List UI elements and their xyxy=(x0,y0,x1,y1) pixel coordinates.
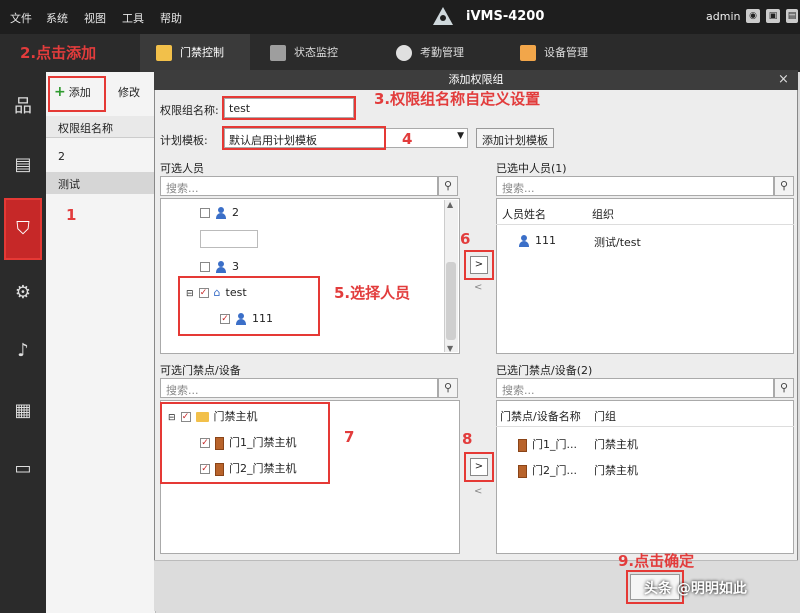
door-icon xyxy=(518,438,527,452)
annotation-5: 5.选择人员 xyxy=(334,284,411,302)
microphone-icon[interactable]: ♪ xyxy=(8,336,38,366)
menu-help[interactable]: 帮助 xyxy=(160,10,182,26)
annotation-3: 3.权限组名称自定义设置 xyxy=(374,90,541,108)
watermark: 头条 @明明如此 xyxy=(644,581,747,597)
close-icon[interactable]: × xyxy=(778,72,789,87)
selected-person-row[interactable]: 111 xyxy=(518,234,561,247)
gear-icon[interactable]: ⚙ xyxy=(8,278,38,308)
group-name-label: 权限组名称: xyxy=(160,104,219,117)
selected-door-row[interactable]: 门1_门... xyxy=(518,436,582,452)
selected-doors-label: 已选门禁点/设备(2) xyxy=(496,364,593,377)
tree-item-person[interactable]: 2 xyxy=(200,206,244,219)
globe-icon[interactable]: ◉ xyxy=(746,9,760,23)
device-icon xyxy=(520,45,536,61)
annotation-box-schedule xyxy=(222,126,386,150)
divider xyxy=(496,224,794,225)
group-row[interactable]: 测试 xyxy=(46,172,156,194)
tab-attendance[interactable]: 考勤管理 xyxy=(396,34,506,72)
chevron-down-icon: ▼ xyxy=(457,131,464,141)
tab-access-control[interactable]: 门禁控制 xyxy=(140,34,250,72)
scrollbar-thumb[interactable] xyxy=(446,262,456,340)
app-title: iVMS-4200 xyxy=(466,9,545,24)
blank-row xyxy=(200,230,258,248)
menu-view[interactable]: 视图 xyxy=(84,10,106,26)
annotation-box-add xyxy=(48,76,106,112)
annotation-box-move-door xyxy=(464,452,494,482)
annotation-box-doors xyxy=(160,402,330,484)
annotation-box-persons xyxy=(178,276,320,336)
person-card-icon[interactable]: ▤ xyxy=(8,150,38,180)
selected-person-org: 测试/test xyxy=(594,236,641,249)
door-icon xyxy=(156,45,172,61)
group-column-header: 权限组名称 xyxy=(46,116,156,138)
person-icon xyxy=(215,207,227,219)
scroll-up-icon[interactable]: ▲ xyxy=(447,200,453,209)
column-door-name: 门禁点/设备名称 xyxy=(500,410,581,423)
annotation-2: 2.点击添加 xyxy=(20,44,97,62)
person-search-input[interactable]: 搜索... xyxy=(160,176,438,196)
screen-icon[interactable]: ▣ xyxy=(766,9,780,23)
annotation-7: 7 xyxy=(344,428,355,446)
schedule-label: 计划模板: xyxy=(160,134,208,147)
menu-bar: 文件 系统 视图 工具 帮助 xyxy=(0,0,800,34)
column-person-name: 人员姓名 xyxy=(502,208,546,221)
report-icon[interactable]: ▦ xyxy=(8,396,38,426)
app-menu-icon[interactable]: ▤ xyxy=(786,9,798,23)
checkbox[interactable] xyxy=(200,208,210,218)
available-doors-label: 可选门禁点/设备 xyxy=(160,364,241,377)
annotation-box-name xyxy=(222,96,356,120)
user-name[interactable]: admin xyxy=(706,10,740,23)
edit-button[interactable]: 修改 xyxy=(118,84,140,100)
person-icon xyxy=(215,261,227,273)
door-icon xyxy=(518,464,527,478)
selected-door-group: 门禁主机 xyxy=(594,464,638,477)
divider xyxy=(496,426,794,427)
selected-door-group: 门禁主机 xyxy=(594,438,638,451)
annotation-9: 9.点击确定 xyxy=(618,552,695,570)
menu-system[interactable]: 系统 xyxy=(46,10,68,26)
selected-door-search-input[interactable]: 搜索... xyxy=(496,378,774,398)
clock-icon xyxy=(396,45,412,61)
tree-item-person[interactable]: 3 xyxy=(200,260,244,273)
search-icon[interactable]: ⚲ xyxy=(774,378,794,398)
move-person-left-button[interactable]: < xyxy=(474,282,482,293)
move-door-left-button[interactable]: < xyxy=(474,486,482,497)
checkbox[interactable] xyxy=(200,262,210,272)
dialog-title: 添加权限组 xyxy=(154,70,798,90)
available-persons-label: 可选人员 xyxy=(160,162,204,175)
annotation-4: 4 xyxy=(402,130,413,148)
selected-door-row[interactable]: 门2_门... xyxy=(518,462,582,478)
org-tree-icon[interactable]: 品 xyxy=(8,92,38,122)
selected-person-search-input[interactable]: 搜索... xyxy=(496,176,774,196)
column-door-group: 门组 xyxy=(594,410,616,423)
annotation-6: 6 xyxy=(460,230,471,248)
menu-tools[interactable]: 工具 xyxy=(122,10,144,26)
menu-file[interactable]: 文件 xyxy=(10,10,32,26)
person-icon xyxy=(518,235,530,247)
group-row[interactable]: 2 xyxy=(46,146,156,168)
monitor-icon xyxy=(270,45,286,61)
search-icon[interactable]: ⚲ xyxy=(774,176,794,196)
selected-persons-label: 已选中人员(1) xyxy=(496,162,567,175)
column-organization: 组织 xyxy=(592,208,614,221)
search-icon[interactable]: ⚲ xyxy=(438,176,458,196)
add-schedule-button[interactable]: 添加计划模板 xyxy=(476,128,554,148)
device-list-icon[interactable]: ▭ xyxy=(8,454,38,484)
app-logo-icon xyxy=(433,7,453,25)
scroll-down-icon[interactable]: ▼ xyxy=(447,344,453,353)
tab-device-management[interactable]: 设备管理 xyxy=(520,34,630,72)
annotation-box-move-person xyxy=(464,250,494,280)
annotation-8: 8 xyxy=(462,430,473,448)
shield-icon: ⛉ xyxy=(16,218,30,239)
door-search-input[interactable]: 搜索... xyxy=(160,378,438,398)
tab-status-monitor[interactable]: 状态监控 xyxy=(270,34,380,72)
search-icon[interactable]: ⚲ xyxy=(438,378,458,398)
annotation-1: 1 xyxy=(66,206,77,224)
